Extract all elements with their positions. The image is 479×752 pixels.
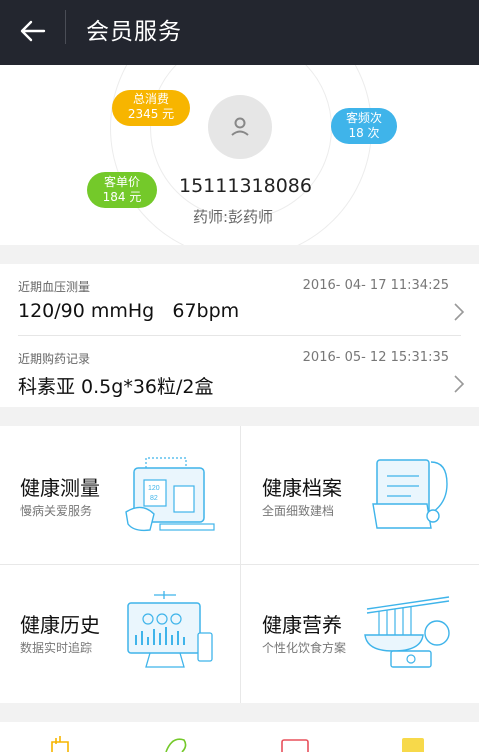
grid-divider-horizontal xyxy=(0,564,479,565)
service-title: 健康历史 xyxy=(20,613,100,637)
avatar[interactable] xyxy=(208,95,272,159)
recent-records: 近期血压测量 2016- 04- 17 11:34:25 120/90 mmHg… xyxy=(0,264,479,407)
purchase-record[interactable]: 近期购药记录 2016- 05- 12 15:31:35 科素亚 0.5g*36… xyxy=(0,336,479,407)
chevron-right-icon xyxy=(454,303,465,321)
service-health-history[interactable]: 健康历史 数据实时追踪 xyxy=(0,565,239,703)
tab-icon-3[interactable] xyxy=(276,736,316,752)
chevron-right-icon xyxy=(454,375,465,393)
unit-price-value: 184 元 xyxy=(102,190,142,204)
record-label: 近期血压测量 xyxy=(18,280,91,294)
service-health-record[interactable]: 健康档案 全面细致建档 xyxy=(241,426,479,564)
svg-text:120: 120 xyxy=(148,485,160,492)
header-divider xyxy=(65,10,66,44)
total-spend-value: 2345 元 xyxy=(127,107,175,121)
record-label: 近期购药记录 xyxy=(18,352,91,366)
visit-frequency-value: 18 次 xyxy=(348,126,380,140)
service-subtitle: 全面细致建档 xyxy=(262,504,335,518)
record-date: 2016- 04- 17 11:34:25 xyxy=(302,278,449,293)
record-date: 2016- 05- 12 15:31:35 xyxy=(302,350,449,365)
unit-price-label: 客单价 xyxy=(103,175,140,189)
service-title: 健康档案 xyxy=(262,476,342,500)
service-health-measurement[interactable]: 健康测量 慢病关爱服务 120 82 xyxy=(0,426,239,564)
user-icon xyxy=(231,117,249,136)
svg-text:82: 82 xyxy=(150,495,158,502)
member-profile-card: 总消费 2345 元 客频次 18 次 客单价 184 元 1511131808… xyxy=(0,65,479,245)
blood-pressure-record[interactable]: 近期血压测量 2016- 04- 17 11:34:25 120/90 mmHg… xyxy=(0,264,479,335)
record-value: 科素亚 0.5g*36粒/2盒 xyxy=(18,376,214,398)
total-spend-label: 总消费 xyxy=(132,92,169,106)
health-record-icon xyxy=(372,459,448,529)
pharmacist-name: 药师:彭药师 xyxy=(193,208,274,226)
tab-icon-2[interactable] xyxy=(158,736,198,752)
visit-frequency-label: 客频次 xyxy=(345,111,382,125)
service-title: 健康营养 xyxy=(262,613,342,637)
service-health-nutrition[interactable]: 健康营养 个性化饮食方案 xyxy=(241,565,479,703)
visit-frequency-badge: 客频次 18 次 xyxy=(331,108,397,144)
member-phone: 15111318086 xyxy=(179,175,312,197)
total-spend-badge: 总消费 2345 元 xyxy=(112,90,190,126)
service-subtitle: 慢病关爱服务 xyxy=(20,504,93,518)
arrow-left-icon[interactable] xyxy=(18,16,48,46)
health-nutrition-icon xyxy=(364,596,450,668)
health-history-icon xyxy=(127,591,213,668)
top-bar: 会员服务 xyxy=(0,0,479,65)
health-measurement-icon: 120 82 xyxy=(125,457,215,532)
bottom-tab-bar xyxy=(0,722,479,752)
record-value: 120/90 mmHg 67bpm xyxy=(18,300,240,322)
page-title: 会员服务 xyxy=(86,19,182,45)
service-subtitle: 个性化饮食方案 xyxy=(262,641,347,655)
service-subtitle: 数据实时追踪 xyxy=(20,641,93,655)
unit-price-badge: 客单价 184 元 xyxy=(87,172,157,208)
tab-icon-1[interactable] xyxy=(42,736,82,752)
tab-icon-4[interactable] xyxy=(394,736,434,752)
service-grid: 健康测量 慢病关爱服务 120 82 健康档案 全面细致建档 健康历史 数据实时… xyxy=(0,426,479,703)
service-title: 健康测量 xyxy=(20,476,100,500)
